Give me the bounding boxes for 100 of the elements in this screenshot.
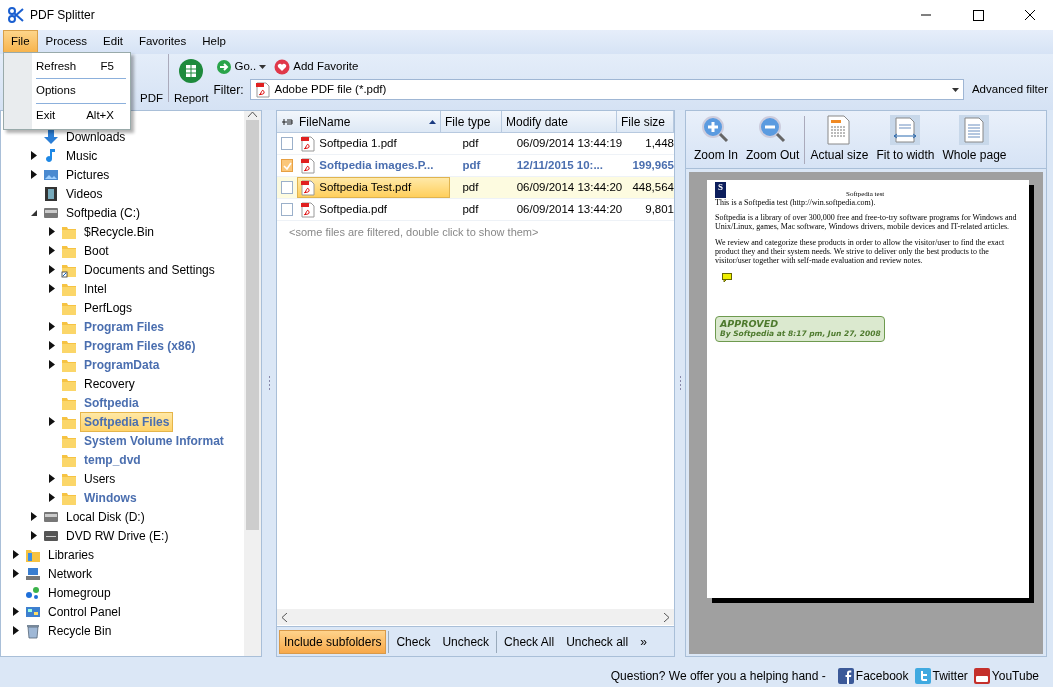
splitter-grip[interactable]	[678, 375, 682, 392]
overflow-button[interactable]: »	[635, 629, 652, 654]
toolbar-button[interactable]: Whole page	[939, 115, 1010, 164]
menu-item[interactable]: Edit	[95, 30, 131, 54]
expand-arrow-icon[interactable]	[31, 512, 37, 521]
tree-item[interactable]: System Volume Informat	[80, 430, 228, 451]
expand-arrow-icon[interactable]	[49, 322, 55, 331]
tree-item[interactable]: DVD RW Drive (E:)	[62, 525, 173, 546]
expand-arrow-icon[interactable]	[49, 227, 55, 236]
menu-item[interactable]: Favorites	[130, 30, 195, 54]
social-link[interactable]: YouTube	[973, 667, 1039, 685]
tree-item[interactable]: Downloads	[62, 126, 130, 147]
tree-item[interactable]: Softpedia Files	[80, 411, 174, 432]
checkbox[interactable]	[281, 159, 294, 172]
expand-arrow-icon[interactable]	[13, 626, 19, 635]
checkbox[interactable]	[281, 203, 294, 216]
network-icon	[25, 565, 41, 582]
expand-arrow-icon[interactable]	[13, 550, 19, 559]
zoom-out-icon	[757, 115, 788, 145]
tree-item[interactable]: PerfLogs	[80, 297, 137, 318]
column-header[interactable]: FileName	[277, 111, 441, 132]
toolbar-button[interactable]: Include subfolders	[279, 629, 387, 654]
menu-option[interactable]: Exit Alt+X	[32, 103, 130, 127]
toolbar-button[interactable]: Go..	[213, 57, 269, 77]
file-type: pdf	[462, 157, 482, 173]
menu-item[interactable]: Process	[37, 30, 96, 54]
expand-arrow-icon[interactable]	[31, 170, 37, 179]
toolbar-button[interactable]: Actual size	[807, 115, 872, 164]
scroll-left-icon	[281, 612, 287, 622]
social-link[interactable]: Facebook	[837, 667, 909, 685]
caret-icon	[951, 87, 959, 92]
toolbar-button[interactable]: Fit to width	[873, 115, 938, 164]
expand-arrow-icon[interactable]	[49, 265, 55, 274]
tree-item[interactable]: Videos	[62, 183, 107, 204]
report-icon	[178, 58, 205, 84]
toolbar-button[interactable]: Add Favorite	[272, 57, 361, 77]
tree-item[interactable]: Windows	[80, 487, 141, 508]
expand-arrow-icon[interactable]	[49, 284, 55, 293]
modify-date: 06/09/2014 13:44:20	[516, 201, 624, 217]
tree-item[interactable]: Program Files (x86)	[80, 335, 200, 356]
file-name[interactable]: Softpedia images.P...	[297, 154, 451, 177]
expand-arrow-icon[interactable]	[31, 151, 37, 160]
file-name[interactable]: Softpedia Test.pdf	[297, 176, 451, 199]
filter-dropdown[interactable]: Adobe PDF file (*.pdf)	[249, 79, 964, 101]
tree-item[interactable]: Boot	[80, 240, 113, 261]
expand-arrow-icon[interactable]	[13, 569, 19, 578]
menu-item[interactable]: Help	[194, 30, 234, 54]
expand-arrow-icon[interactable]	[49, 493, 55, 502]
toolbar-button[interactable]: PDF	[135, 54, 168, 110]
toolbar-button[interactable]: Check	[391, 629, 436, 654]
splitter-grip[interactable]	[267, 375, 271, 392]
collapse-arrow-icon[interactable]	[30, 208, 38, 217]
horizontal-scrollbar[interactable]	[277, 609, 674, 625]
scrollbar[interactable]	[244, 111, 261, 656]
tree-item[interactable]: ProgramData	[80, 354, 164, 375]
expand-arrow-icon[interactable]	[49, 360, 55, 369]
checkbox[interactable]	[281, 181, 294, 194]
column-header[interactable]: File type	[441, 111, 502, 132]
tree-item[interactable]: Intel	[80, 278, 111, 299]
tree-item[interactable]: Recycle Bin	[44, 620, 116, 641]
pin-icon	[281, 116, 293, 127]
toolbar-button[interactable]: Uncheck	[437, 629, 495, 654]
toolbar-button[interactable]: Report	[169, 54, 214, 110]
checkbox[interactable]	[281, 137, 294, 150]
tree-item[interactable]: $Recycle.Bin	[80, 221, 159, 242]
tree-item[interactable]: Users	[80, 468, 120, 489]
scroll-thumb[interactable]	[246, 120, 259, 530]
tree-item[interactable]: Softpedia (C:)	[62, 202, 145, 223]
advanced-filter-button[interactable]: Advanced filter	[969, 80, 1050, 100]
expand-arrow-icon[interactable]	[49, 417, 55, 426]
toolbar-button[interactable]: Zoom Out	[743, 115, 803, 164]
tree-item[interactable]: Homegroup	[44, 582, 115, 603]
expand-arrow-icon[interactable]	[49, 341, 55, 350]
toolbar-button[interactable]: Check All	[499, 629, 560, 654]
toolbar-button[interactable]: Uncheck all	[561, 629, 634, 654]
tree-item[interactable]: Pictures	[62, 164, 114, 185]
tree-item[interactable]: Documents and Settings	[80, 259, 219, 280]
tree-item[interactable]: Recovery	[80, 373, 139, 394]
expand-arrow-icon[interactable]	[49, 474, 55, 483]
tree-item[interactable]: Music	[62, 145, 102, 166]
file-name[interactable]: Softpedia.pdf	[297, 198, 451, 221]
tree-item[interactable]: Libraries	[44, 544, 99, 565]
column-header[interactable]: File size	[617, 111, 674, 132]
menu-item[interactable]: File	[3, 30, 38, 54]
tree-item[interactable]: Softpedia	[80, 392, 143, 413]
menu-option[interactable]: Options	[32, 79, 130, 103]
tree-item[interactable]: Network	[44, 563, 96, 584]
tree-item[interactable]: Program Files	[80, 316, 169, 337]
expand-arrow-icon[interactable]	[31, 531, 37, 540]
tree-item[interactable]: Local Disk (D:)	[62, 506, 149, 527]
column-header[interactable]: Modify date	[502, 111, 617, 132]
menu-option[interactable]: Refresh F5	[32, 55, 130, 79]
social-link[interactable]: Twitter	[914, 667, 968, 685]
file-name[interactable]: Softpedia 1.pdf	[297, 132, 451, 155]
filtered-notice[interactable]: <some files are filtered, double click to show them>	[277, 221, 674, 244]
expand-arrow-icon[interactable]	[13, 607, 19, 616]
toolbar-button[interactable]: Zoom In	[691, 115, 741, 164]
tree-item[interactable]: Control Panel	[44, 601, 125, 622]
tree-item[interactable]: temp_dvd	[80, 449, 145, 470]
expand-arrow-icon[interactable]	[49, 246, 55, 255]
